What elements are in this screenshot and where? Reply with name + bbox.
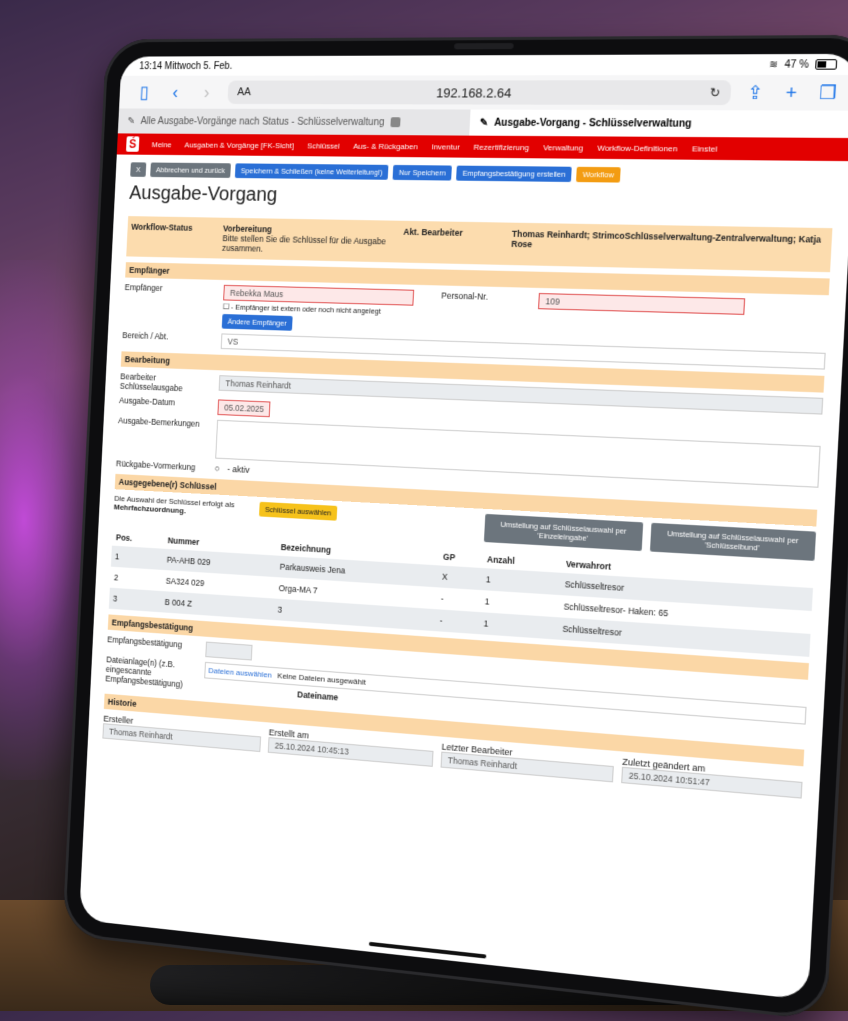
external-note: - Empfänger ist extern oder noch nicht a… [230, 302, 382, 316]
tab-label: Ausgabe-Vorgang - Schlüsselverwaltung [493, 117, 692, 130]
workflow-label: Workflow-Status [131, 221, 193, 233]
editor-label: Bearbeiter Schlüsselausgabe [119, 371, 183, 394]
personal-number-label: Personal-Nr. [441, 290, 489, 302]
select-keys-button[interactable]: Schlüssel auswählen [259, 501, 338, 521]
page-title: Ausgabe-Vorgang [128, 182, 278, 206]
cell-pos: 3 [108, 587, 162, 613]
receipt-label: Empfangsbestätigung [107, 634, 183, 650]
date-label: Ausgabe-Datum [118, 395, 176, 408]
nav-item-meine[interactable]: Meine [152, 140, 172, 149]
reader-settings-button[interactable]: AA [237, 86, 251, 98]
reload-icon[interactable]: ↻ [709, 85, 720, 99]
cell-count: 1 [479, 612, 559, 640]
page-content: X Abbrechen und zurück Speichern & Schli… [87, 154, 848, 813]
current-editor-value: Thomas Reinhardt; StrimcoSchlüsselverwal… [511, 228, 822, 250]
camera [453, 43, 514, 50]
return-label: Rückgabe-Vormerkung [115, 458, 196, 473]
browser-toolbar: ▯ ‹ › AA 192.168.2.64 ↻ ⇪ + ❐ [119, 74, 848, 111]
save-close-button[interactable]: Speichern & Schließen (keine Weiterleitu… [234, 163, 389, 180]
tab-all-issues[interactable]: ✎ Alle Ausgabe-Vorgänge nach Status - Sc… [118, 108, 471, 135]
cell-gp: - [435, 609, 481, 635]
nav-item-rezertifizierung[interactable]: Rezertifizierung [473, 142, 529, 151]
cancel-button[interactable]: Abbrechen und zurück [150, 162, 232, 178]
tab-label: Alle Ausgabe-Vorgänge nach Status - Schl… [140, 115, 385, 128]
workflow-button[interactable]: Workflow [576, 166, 621, 183]
switch-bundle-button[interactable]: Umstellung auf Schlüsselauswahl per 'Sch… [649, 522, 817, 561]
create-receipt-button[interactable]: Empfangsbestätigung erstellen [456, 165, 572, 183]
address-bar[interactable]: AA 192.168.2.64 ↻ [227, 80, 732, 106]
status-bar: 13:14 Mittwoch 5. Feb. ≋ 47 % [121, 54, 848, 76]
return-radio[interactable]: ○ [214, 463, 220, 473]
sparkasse-logo[interactable]: Ś [125, 136, 140, 152]
tablet-bezel: 13:14 Mittwoch 5. Feb. ≋ 47 % ▯ ‹ › AA 1… [62, 34, 848, 1021]
status-time: 13:14 [138, 60, 163, 72]
change-recipient-button[interactable]: Ändere Empfänger [221, 314, 293, 331]
tab-issue-process[interactable]: ✎ Ausgabe-Vorgang - Schlüsselverwaltung [469, 109, 848, 139]
recipient-label: Empfänger [124, 282, 163, 293]
remarks-label: Ausgabe-Bemerkungen [117, 415, 200, 429]
wifi-icon: ≋ [768, 58, 779, 71]
home-indicator [368, 941, 487, 959]
save-button[interactable]: Nur Speichern [392, 164, 453, 181]
status-date: Mittwoch 5. Feb. [164, 60, 233, 72]
cell-gp: X [437, 565, 483, 591]
close-tab-icon[interactable] [389, 117, 401, 128]
personal-number-field[interactable]: 109 [538, 292, 746, 315]
browser-tabs: ✎ Alle Ausgabe-Vorgänge nach Status - Sc… [117, 108, 848, 139]
cell-gp: - [440, 593, 444, 604]
choose-files-button[interactable]: Dateien auswählen [208, 666, 272, 680]
nav-item-ausgaben[interactable]: Ausgaben & Vorgänge [FK-Sicht] [184, 140, 294, 150]
return-value: - aktiv [226, 464, 250, 475]
nav-item-workflow-definitionen[interactable]: Workflow-Definitionen [597, 143, 678, 153]
tabs-overview-icon[interactable]: ❐ [815, 82, 840, 104]
nav-item-inventur[interactable]: Inventur [431, 142, 460, 151]
switch-single-button[interactable]: Umstellung auf Schlüsselauswahl per 'Ein… [483, 513, 644, 552]
workflow-state: Vorbereitung Bitte stellen Sie die Schlü… [222, 224, 394, 257]
forward-icon[interactable]: › [196, 82, 217, 102]
edit-icon: ✎ [479, 117, 489, 129]
nav-item-einstellungen[interactable]: Einstel [692, 144, 718, 153]
file-label: Dateianlage(n) (z.B. eingescannte Empfan… [105, 654, 183, 690]
external-checkbox[interactable]: ☐ [223, 302, 230, 311]
action-bar: X Abbrechen und zurück Speichern & Schli… [130, 162, 835, 185]
url-text: 192.168.2.64 [435, 84, 512, 101]
sidebar-icon[interactable]: ▯ [134, 82, 155, 102]
nav-item-schluessel[interactable]: Schlüssel [307, 141, 340, 150]
close-button[interactable]: X [130, 162, 147, 177]
tablet-screen: 13:14 Mittwoch 5. Feb. ≋ 47 % ▯ ‹ › AA 1… [79, 53, 848, 1001]
nav-item-verwaltung[interactable]: Verwaltung [543, 143, 584, 152]
new-tab-icon[interactable]: + [779, 82, 804, 104]
edit-icon: ✎ [127, 115, 136, 127]
back-icon[interactable]: ‹ [165, 82, 186, 102]
date-field[interactable]: 05.02.2025 [217, 399, 271, 418]
nav-item-aus-rueckgaben[interactable]: Aus- & Rückgaben [353, 141, 418, 150]
workflow-state-text: Bitte stellen Sie die Schlüssel für die … [221, 233, 387, 254]
share-icon[interactable]: ⇪ [743, 82, 767, 104]
current-editor-label: Akt. Bearbeiter [403, 226, 463, 238]
battery-percent: 47 % [784, 58, 810, 71]
battery-icon [815, 59, 838, 70]
receipt-field [205, 641, 253, 661]
department-label: Bereich / Abt. [122, 330, 169, 342]
